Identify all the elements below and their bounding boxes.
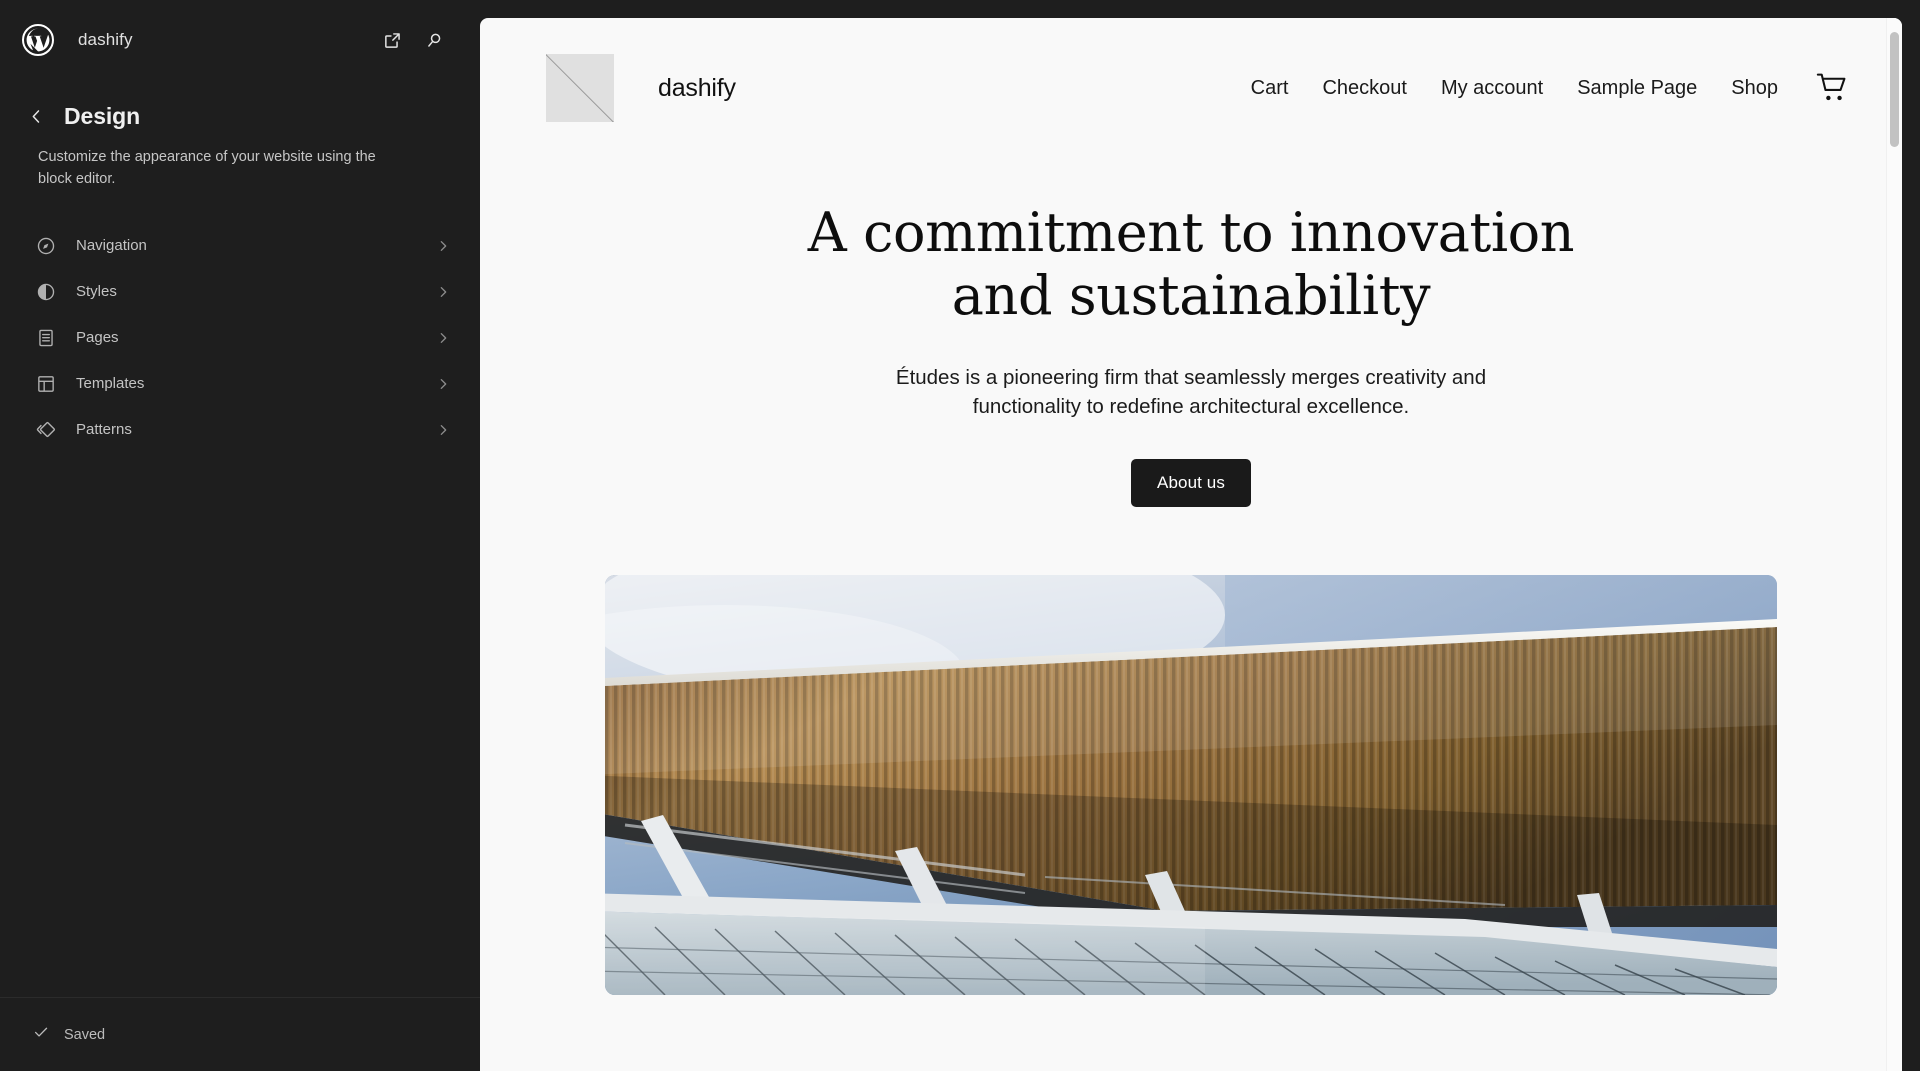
nav-link-shop[interactable]: Shop	[1731, 77, 1778, 100]
chevron-right-icon	[434, 237, 452, 255]
scrollbar-thumb[interactable]	[1890, 32, 1899, 147]
sidebar-item-navigation[interactable]: Navigation	[20, 223, 464, 269]
save-status-label: Saved	[64, 1026, 106, 1043]
panel-description: Customize the appearance of your website…	[38, 149, 376, 188]
layout-template-icon	[34, 372, 58, 396]
hero-title: A commitment to innovation and sustainab…	[807, 201, 1575, 327]
editor-sidebar: dashify Design Customize the appearance …	[0, 0, 480, 1071]
patterns-diamond-icon	[34, 418, 58, 442]
nav-link-my-account[interactable]: My account	[1441, 77, 1543, 100]
chevron-left-icon[interactable]	[22, 102, 50, 130]
wordpress-logo-icon[interactable]	[22, 24, 54, 56]
chevron-right-icon	[434, 375, 452, 393]
sidebar-topbar: dashify	[0, 0, 480, 80]
chevron-right-icon	[434, 283, 452, 301]
canvas-vertical-scrollbar[interactable]	[1886, 18, 1902, 1071]
status-badge: Saved	[26, 1019, 111, 1050]
sidebar-item-templates[interactable]: Templates	[20, 361, 464, 407]
sidebar-footer: Saved	[0, 997, 480, 1071]
nav-link-sample-page[interactable]: Sample Page	[1577, 77, 1697, 100]
page-document-icon	[34, 326, 58, 350]
sidebar-item-label: Templates	[76, 375, 145, 393]
sidebar-item-pages[interactable]: Pages	[20, 315, 464, 361]
external-link-icon[interactable]	[374, 22, 410, 58]
hero-image	[605, 575, 1777, 996]
contrast-half-circle-icon	[34, 280, 58, 304]
shopping-cart-icon[interactable]	[1816, 72, 1850, 104]
check-icon	[32, 1023, 50, 1046]
site-preview-frame: dashify Cart Checkout My account Sample …	[480, 18, 1902, 1071]
sidebar-item-styles[interactable]: Styles	[20, 269, 464, 315]
site-header: dashify Cart Checkout My account Sample …	[480, 18, 1902, 128]
site-editor-app: dashify Design Customize the appearance …	[0, 0, 1920, 1071]
chevron-right-icon	[434, 329, 452, 347]
hero-subtitle: Études is a pioneering firm that seamles…	[895, 366, 1487, 419]
site-title: dashify	[658, 73, 736, 102]
sidebar-site-name: dashify	[78, 30, 133, 49]
sidebar-item-label: Patterns	[76, 421, 132, 439]
search-icon[interactable]	[416, 22, 452, 58]
sidebar-item-patterns[interactable]: Patterns	[20, 407, 464, 453]
site-navigation: Cart Checkout My account Sample Page Sho…	[1251, 77, 1778, 100]
sidebar-item-label: Pages	[76, 329, 119, 347]
sidebar-item-label: Styles	[76, 283, 117, 301]
editor-canvas-area: dashify Cart Checkout My account Sample …	[480, 0, 1920, 1071]
site-logo-placeholder-icon[interactable]	[546, 54, 614, 122]
design-panel-header: Design	[0, 80, 480, 130]
nav-link-cart[interactable]: Cart	[1251, 77, 1289, 100]
chevron-right-icon	[434, 421, 452, 439]
nav-link-checkout[interactable]: Checkout	[1322, 77, 1407, 100]
page-title: Design	[64, 102, 141, 129]
about-us-button[interactable]: About us	[1131, 459, 1251, 508]
sidebar-item-label: Navigation	[76, 237, 147, 255]
design-nav-list: Navigation Styles Pages Templates Patter…	[0, 223, 480, 453]
compass-icon	[34, 234, 58, 258]
hero-section: A commitment to innovation and sustainab…	[480, 128, 1902, 996]
